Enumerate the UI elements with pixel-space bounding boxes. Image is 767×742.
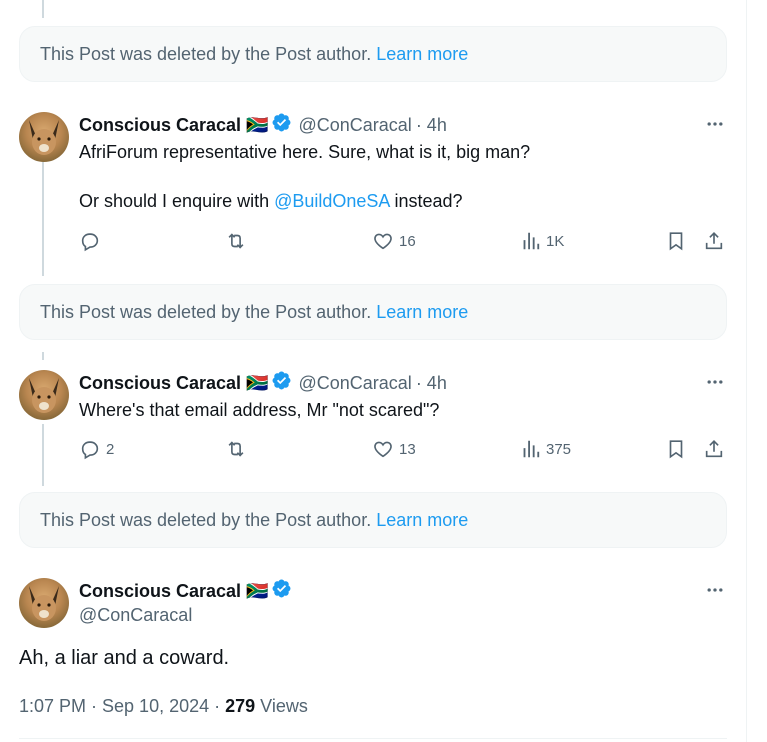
view-count: 375 [546,440,572,458]
post-text: AfriForum representative here. Sure, wha… [79,142,531,162]
post-header: Conscious Caracal 🇿🇦 @ConCaracal · 4h [79,112,447,138]
repost-button[interactable] [225,438,247,460]
post-text: Ah, a liar and a coward. [19,647,230,669]
avatar[interactable] [19,370,69,420]
south-africa-flag-icon: 🇿🇦 [246,580,269,601]
repost-icon [228,233,244,249]
user-handle[interactable]: @ConCaracal [298,115,411,136]
verified-badge-icon[interactable] [271,578,292,604]
reply-button[interactable]: 2 [79,438,114,460]
more-options-button[interactable] [704,579,726,601]
south-africa-flag-icon: 🇿🇦 [246,114,269,135]
user-handle[interactable]: @ConCaracal [79,603,192,627]
like-button[interactable]: 13 [372,438,416,460]
verified-badge-icon[interactable] [271,112,292,138]
thread-line [42,352,44,360]
thread-line [42,424,44,486]
post-metadata: 1:07 PM · Sep 10, 2024 · 279 Views [19,696,308,717]
reply-icon [81,441,99,460]
display-name[interactable]: Conscious Caracal [79,581,241,602]
view-count: 1K [546,232,565,250]
learn-more-link[interactable]: Learn more [376,510,468,531]
deleted-post-notice: This Post was deleted by the Post author… [19,26,727,82]
bookmark-button[interactable] [665,438,687,460]
repost-button[interactable] [225,230,247,252]
reply-icon [81,233,99,252]
deleted-post-notice: This Post was deleted by the Post author… [19,284,727,340]
repost-icon [228,441,244,457]
column-border [746,0,747,742]
deleted-post-text: This Post was deleted by the Post author… [40,509,372,530]
heart-icon [374,233,392,250]
more-icon [707,588,723,592]
post-timestamp[interactable]: 1:07 PM · Sep 10, 2024 · [19,696,225,716]
post-header: Conscious Caracal 🇿🇦 [79,578,292,604]
learn-more-link[interactable]: Learn more [376,302,468,323]
more-icon [707,122,723,126]
display-name[interactable]: Conscious Caracal [79,115,241,136]
south-africa-flag-icon: 🇿🇦 [246,372,269,393]
bookmark-icon [669,232,683,251]
deleted-post-notice: This Post was deleted by the Post author… [19,492,727,548]
more-icon [707,380,723,384]
post-text: Where's that email address, Mr "not scar… [79,400,440,420]
learn-more-link[interactable]: Learn more [376,44,468,65]
more-options-button[interactable] [704,113,726,135]
post-text-fragment: instead? [389,191,463,211]
deleted-post-text: This Post was deleted by the Post author… [40,301,372,322]
mention-link[interactable]: @BuildOneSA [274,191,389,211]
avatar[interactable] [19,112,69,162]
views-button[interactable]: 1K [519,230,564,252]
bookmark-icon [669,440,683,459]
reply-button[interactable] [79,230,106,252]
share-button[interactable] [703,230,725,252]
display-name[interactable]: Conscious Caracal [79,373,241,394]
user-handle[interactable]: @ConCaracal [298,373,411,394]
share-icon [705,440,723,458]
like-button[interactable]: 16 [372,230,416,252]
bookmark-button[interactable] [665,230,687,252]
post-text: Or should I enquire with @BuildOneSA ins… [79,189,463,213]
share-icon [705,232,723,250]
reply-count: 2 [106,440,115,458]
post-time[interactable]: · 4h [416,115,447,136]
like-count: 16 [399,232,416,250]
heart-icon [374,441,392,458]
views-button[interactable]: 375 [519,438,571,460]
more-options-button[interactable] [704,371,726,393]
post-header: Conscious Caracal 🇿🇦 @ConCaracal · 4h [79,370,447,396]
verified-badge-icon[interactable] [271,370,292,396]
post-text-fragment: Or should I enquire with [79,191,275,211]
share-button[interactable] [703,438,725,460]
views-label: Views [255,696,308,716]
deleted-post-text: This Post was deleted by the Post author… [40,43,372,64]
analytics-icon [523,232,540,250]
analytics-icon [523,440,540,458]
avatar[interactable] [19,578,69,628]
like-count: 13 [399,440,416,458]
thread-line [42,0,44,18]
views-count: 279 [225,696,256,716]
post-time[interactable]: · 4h [416,373,447,394]
divider [19,738,727,739]
